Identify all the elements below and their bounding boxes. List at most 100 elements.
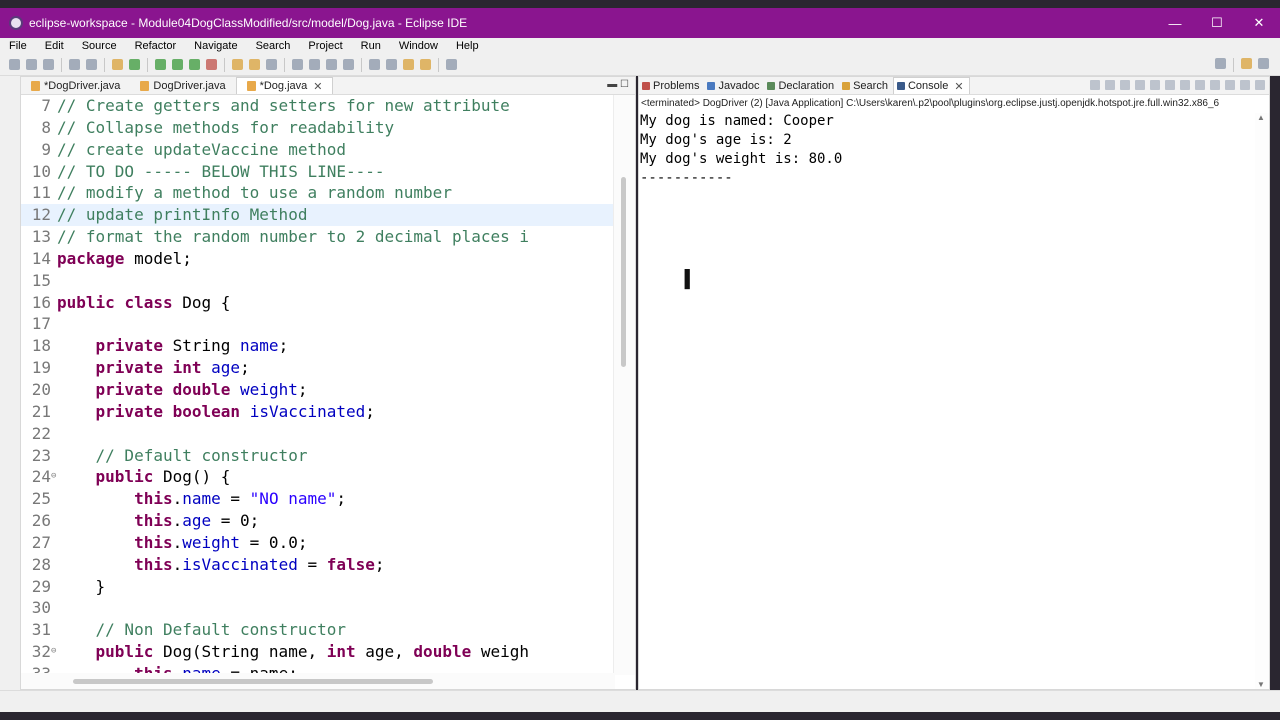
forward-icon[interactable] — [420, 59, 431, 70]
code-line[interactable]: 10 // TO DO ----- BELOW THIS LINE---- — [21, 161, 615, 183]
back-icon[interactable] — [403, 59, 414, 70]
code-line[interactable]: 14 package model; — [21, 248, 615, 270]
terminate-icon[interactable] — [1090, 80, 1100, 90]
code-line[interactable]: 20 private double weight; — [21, 379, 615, 401]
menu-edit[interactable]: Edit — [36, 40, 73, 52]
code-line[interactable]: 17 — [21, 313, 615, 335]
display-console-icon[interactable] — [1195, 80, 1205, 90]
scroll-thumb[interactable] — [621, 177, 626, 367]
pane-controls[interactable]: ▬ ☐ — [607, 79, 629, 90]
code-line[interactable]: 12 // update printInfo Method — [21, 204, 615, 227]
word-wrap-icon[interactable] — [1165, 80, 1175, 90]
next-annotation-icon[interactable] — [369, 59, 380, 70]
menu-refactor[interactable]: Refactor — [126, 40, 186, 52]
code-line[interactable]: 30 — [21, 597, 615, 619]
scroll-thumb[interactable] — [73, 679, 433, 684]
scroll-down-icon[interactable]: ▼ — [1257, 680, 1265, 689]
save-icon[interactable] — [26, 59, 37, 70]
tab-problems[interactable]: Problems — [639, 77, 704, 94]
remove-all-icon[interactable] — [1120, 80, 1130, 90]
scroll-lock-icon[interactable] — [1150, 80, 1160, 90]
open-type-icon[interactable] — [249, 59, 260, 70]
code-line[interactable]: 25 this.name = "NO name"; — [21, 488, 615, 510]
code-line[interactable]: 16 public class Dog { — [21, 292, 615, 314]
code-line[interactable]: 27 this.weight = 0.0; — [21, 532, 615, 554]
console-output[interactable]: My dog is named: Cooper My dog's age is:… — [639, 112, 1269, 188]
package-icon[interactable] — [112, 59, 123, 70]
minimize-view-icon[interactable] — [1240, 80, 1250, 90]
new-java-project-icon[interactable] — [232, 59, 243, 70]
console-vertical-scrollbar[interactable]: ▲ ▼ — [1255, 113, 1269, 689]
print-icon[interactable] — [69, 59, 80, 70]
code-line[interactable]: 18 private String name; — [21, 335, 615, 357]
clear-console-icon[interactable] — [1135, 80, 1145, 90]
tab-dogdriver[interactable]: DogDriver.java — [130, 77, 235, 94]
close-tab-icon[interactable]: ✕ — [954, 80, 963, 93]
menu-navigate[interactable]: Navigate — [185, 40, 246, 52]
close-button[interactable]: ✕ — [1238, 8, 1280, 38]
maximize-button[interactable]: ☐ — [1196, 8, 1238, 38]
fold-marker-icon[interactable]: ⊖ — [51, 641, 56, 663]
code-line[interactable]: 15 — [21, 270, 615, 292]
scroll-up-icon[interactable]: ▲ — [1257, 113, 1265, 122]
tab-declaration[interactable]: Declaration — [764, 77, 839, 94]
remove-launch-icon[interactable] — [1105, 80, 1115, 90]
menu-source[interactable]: Source — [73, 40, 126, 52]
toggle-mark-icon[interactable] — [309, 59, 320, 70]
code-line[interactable]: 32 ⊖ public Dog(String name, int age, dou… — [21, 641, 615, 663]
code-line[interactable]: 11 // modify a method to use a random num… — [21, 182, 615, 204]
menu-run[interactable]: Run — [352, 40, 390, 52]
code-line[interactable]: 22 — [21, 423, 615, 445]
code-line[interactable]: 26 this.age = 0; — [21, 510, 615, 532]
whitespace-icon[interactable] — [343, 59, 354, 70]
code-line[interactable]: 29 } — [21, 576, 615, 598]
line-number: 29 — [31, 576, 51, 596]
terminal-icon[interactable] — [86, 59, 97, 70]
debug-icon[interactable] — [155, 59, 166, 70]
search-tool-icon[interactable] — [266, 59, 277, 70]
code-line[interactable]: 23 // Default constructor — [21, 445, 615, 467]
search-icon[interactable] — [1215, 58, 1226, 69]
tab-dog-java[interactable]: *Dog.java ✕ — [235, 77, 334, 94]
code-line[interactable]: 9 // create updateVaccine method — [21, 139, 615, 161]
menu-window[interactable]: Window — [390, 40, 447, 52]
maximize-view-icon[interactable] — [1255, 80, 1265, 90]
minimize-button[interactable]: — — [1154, 8, 1196, 38]
menu-help[interactable]: Help — [447, 40, 488, 52]
pin-console-icon[interactable] — [1180, 80, 1190, 90]
code-line[interactable]: 19 private int age; — [21, 357, 615, 379]
prev-annotation-icon[interactable] — [386, 59, 397, 70]
close-tab-icon[interactable]: ✕ — [313, 80, 322, 93]
view-menu-icon[interactable] — [1225, 80, 1235, 90]
editor-vertical-scrollbar[interactable] — [613, 95, 635, 675]
editor-horizontal-scrollbar[interactable] — [21, 673, 615, 689]
code-line[interactable]: 28 this.isVaccinated = false; — [21, 554, 615, 576]
code-line[interactable]: 7 // Create getters and setters for new a… — [21, 95, 615, 117]
git-icon[interactable] — [129, 59, 140, 70]
code-line[interactable]: 21 private boolean isVaccinated; — [21, 401, 615, 423]
menu-search[interactable]: Search — [247, 40, 300, 52]
tab-javadoc[interactable]: Javadoc — [704, 77, 764, 94]
tab-console[interactable]: Console ✕ — [892, 77, 970, 94]
run-icon[interactable] — [172, 59, 183, 70]
block-selection-icon[interactable] — [326, 59, 337, 70]
fold-marker-icon[interactable]: ⊖ — [51, 466, 56, 488]
annotation-icon[interactable] — [292, 59, 303, 70]
tab-dogdriver-modified[interactable]: *DogDriver.java — [21, 77, 130, 94]
coverage-icon[interactable] — [189, 59, 200, 70]
menu-file[interactable]: File — [0, 40, 36, 52]
code-line[interactable]: 31 // Non Default constructor — [21, 619, 615, 641]
open-console-icon[interactable] — [1210, 80, 1220, 90]
menu-project[interactable]: Project — [299, 40, 351, 52]
code-line[interactable]: 8 // Collapse methods for readability — [21, 117, 615, 139]
save-all-icon[interactable] — [43, 59, 54, 70]
code-line[interactable]: 13 // format the random number to 2 decim… — [21, 226, 615, 248]
debug-perspective-icon[interactable] — [1258, 58, 1269, 69]
code-editor[interactable]: 7 // Create getters and setters for new a… — [21, 95, 615, 675]
new-icon[interactable] — [9, 59, 20, 70]
pin-editor-icon[interactable] — [446, 59, 457, 70]
external-tools-icon[interactable] — [206, 59, 217, 70]
code-line[interactable]: 24 ⊖ public Dog() { — [21, 466, 615, 488]
java-perspective-icon[interactable] — [1241, 58, 1252, 69]
tab-search[interactable]: Search — [839, 77, 893, 94]
